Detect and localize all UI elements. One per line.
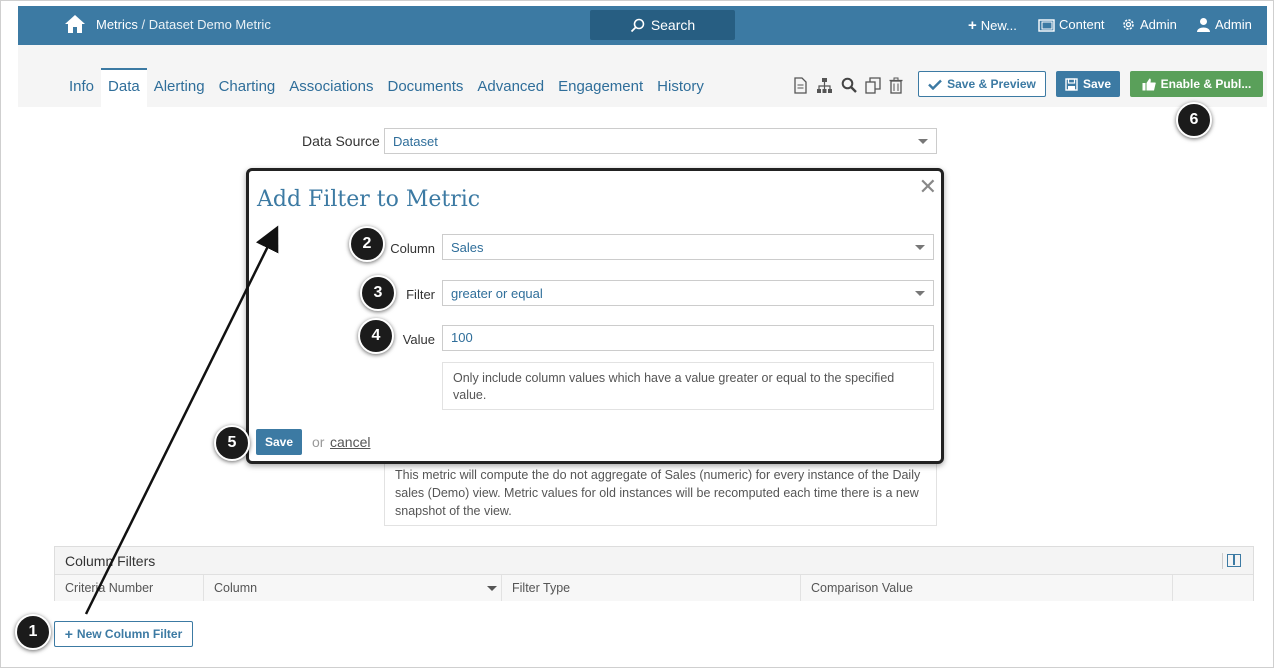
sort-down-icon [487, 586, 497, 591]
col-header-actions [1173, 575, 1233, 601]
folder-icon [1038, 18, 1055, 32]
value-input[interactable]: 100 [442, 325, 934, 351]
enable-publish-button[interactable]: Enable & Publ... [1130, 71, 1263, 97]
save-button[interactable]: Save [1056, 71, 1120, 97]
new-column-filter-label: New Column Filter [76, 627, 183, 641]
save-label: Save [1082, 77, 1112, 91]
modal-title: Add Filter to Metric [257, 187, 481, 212]
data-source-value: Dataset [393, 133, 438, 149]
tab-documents[interactable]: Documents [381, 68, 471, 107]
column-filters-title: Column Filters [65, 553, 156, 569]
breadcrumb: Metrics / Dataset Demo Metric [96, 17, 271, 32]
col-header-criteria-number[interactable]: Criteria Number [55, 575, 204, 601]
document-icon[interactable] [793, 77, 808, 94]
header-divider [1222, 553, 1223, 569]
data-source-select[interactable]: Dataset [384, 128, 937, 154]
save-preview-button[interactable]: Save & Preview [918, 71, 1046, 97]
col-header-comparison-value[interactable]: Comparison Value [801, 575, 1173, 601]
tab-info[interactable]: Info [62, 68, 101, 107]
plus-icon: + [968, 17, 977, 34]
chevron-down-icon [918, 139, 928, 144]
tab-history[interactable]: History [650, 68, 711, 107]
column-value: Sales [451, 239, 484, 255]
callout-1: 1 [15, 614, 51, 650]
callout-3: 3 [360, 275, 396, 311]
top-nav-bar: Metrics / Dataset Demo Metric Search + N… [18, 6, 1267, 45]
callout-4: 4 [358, 318, 394, 354]
check-icon [928, 79, 942, 90]
tool-icons [793, 77, 903, 94]
breadcrumb-current: Dataset Demo Metric [148, 17, 271, 32]
column-label: Column [390, 241, 435, 256]
search-icon [630, 18, 645, 32]
user-label: Admin [1215, 17, 1252, 32]
tab-data[interactable]: Data [101, 68, 147, 107]
trash-icon[interactable] [889, 77, 903, 94]
content-menu[interactable]: Content [1038, 17, 1105, 32]
admin-label: Admin [1140, 17, 1177, 32]
tab-charting[interactable]: Charting [212, 68, 283, 107]
callout-2: 2 [349, 226, 385, 262]
metric-description: This metric will compute the do not aggr… [384, 462, 937, 526]
column-select[interactable]: Sales [442, 234, 934, 260]
data-source-label: Data Source [302, 133, 380, 149]
tab-bar: Info Data Alerting Charting Associations… [18, 45, 1267, 107]
chevron-down-icon [915, 245, 925, 250]
callout-6: 6 [1176, 102, 1212, 138]
floppy-icon [1065, 77, 1078, 91]
tab-alerting[interactable]: Alerting [147, 68, 212, 107]
or-text: or [312, 434, 325, 450]
chevron-down-icon [915, 291, 925, 296]
gear-icon [1123, 19, 1134, 30]
filter-value: greater or equal [451, 285, 543, 301]
column-filters-table-header: Criteria Number Column Filter Type Compa… [55, 575, 1253, 601]
enable-publish-label: Enable & Publ... [1160, 77, 1252, 91]
tab-advanced[interactable]: Advanced [470, 68, 551, 107]
copy-icon[interactable] [865, 77, 881, 94]
tab-associations[interactable]: Associations [282, 68, 380, 107]
filter-select[interactable]: greater or equal [442, 280, 934, 306]
save-preview-label: Save & Preview [947, 77, 1036, 91]
user-icon [1197, 18, 1210, 32]
column-filters-panel: Column Filters Criteria Number Column Fi… [54, 546, 1254, 601]
new-label: New... [980, 18, 1017, 33]
search-label: Search [650, 17, 696, 33]
modal-save-button[interactable]: Save [256, 429, 302, 455]
add-filter-modal: Add Filter to Metric ✕ Column Sales Filt… [246, 168, 944, 464]
column-filters-header: Column Filters [55, 547, 1253, 575]
callout-5: 5 [214, 425, 250, 461]
cancel-link[interactable]: cancel [330, 434, 370, 450]
col-header-column[interactable]: Column [204, 575, 502, 601]
new-menu[interactable]: + New... [968, 17, 1017, 34]
tabs: Info Data Alerting Charting Associations… [62, 68, 711, 107]
magnifier-icon[interactable] [841, 77, 857, 94]
filter-help-text: Only include column values which have a … [442, 362, 934, 410]
columns-layout-icon[interactable] [1227, 554, 1241, 567]
user-menu[interactable]: Admin [1196, 17, 1252, 32]
search-button[interactable]: Search [590, 10, 735, 40]
breadcrumb-metrics[interactable]: Metrics [96, 17, 138, 32]
col-header-filter-type[interactable]: Filter Type [502, 575, 801, 601]
tab-engagement[interactable]: Engagement [551, 68, 650, 107]
thumbs-up-icon [1142, 78, 1156, 90]
admin-menu[interactable]: Admin [1121, 17, 1177, 32]
col-header-column-label: Column [214, 581, 258, 595]
plus-icon: + [64, 626, 73, 642]
new-column-filter-button[interactable]: + New Column Filter [54, 621, 193, 647]
hierarchy-icon[interactable] [816, 77, 833, 94]
breadcrumb-separator: / [137, 17, 149, 32]
home-icon[interactable] [64, 14, 86, 34]
content-label: Content [1059, 17, 1105, 32]
close-icon[interactable]: ✕ [919, 176, 937, 198]
